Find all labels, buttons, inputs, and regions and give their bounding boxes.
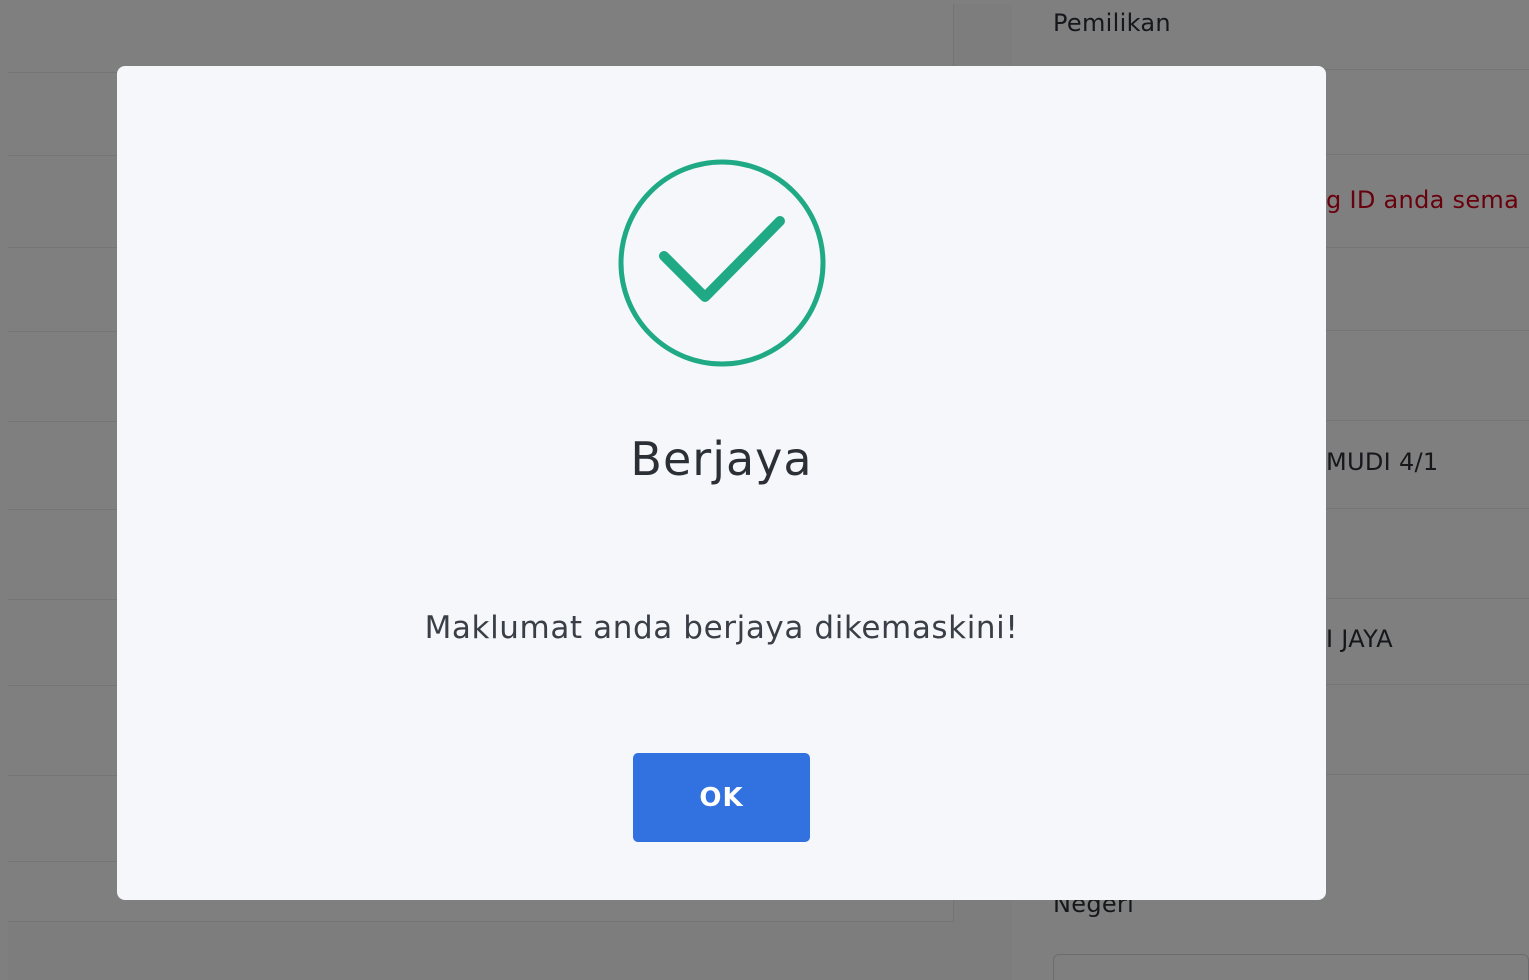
success-dialog: Berjaya Maklumat anda berjaya dikemaskin… [117,66,1326,900]
ok-button[interactable]: OK [633,753,810,842]
dialog-title: Berjaya [630,432,813,486]
check-circle-icon [618,159,826,367]
dialog-message: Maklumat anda berjaya dikemaskini! [424,610,1019,646]
